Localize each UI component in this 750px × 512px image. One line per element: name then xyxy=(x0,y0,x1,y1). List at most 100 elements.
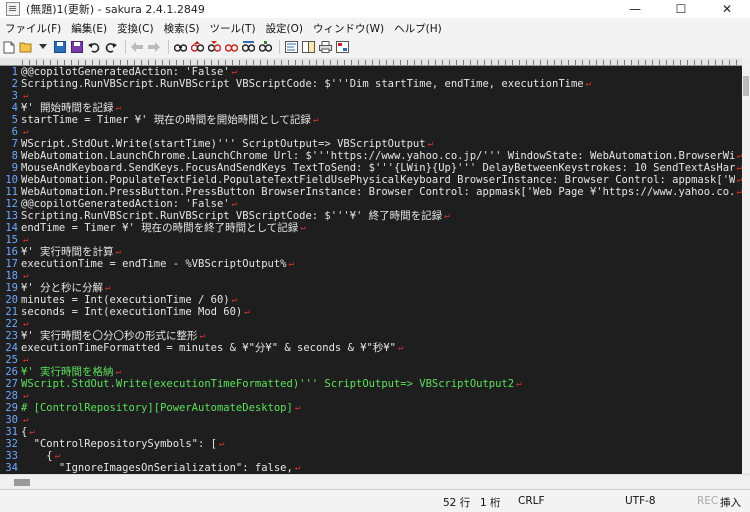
editor-area[interactable]: 1 @@copilotGeneratedAction: 'False' ↵ 2 Scri… xyxy=(0,58,742,474)
line-number: 13 xyxy=(5,210,18,222)
line-number: 19 xyxy=(5,282,18,294)
newline-mark-icon: ↵ xyxy=(23,235,29,245)
code-line[interactable]: 15 ↵ xyxy=(0,234,742,246)
code-line[interactable]: 13 Scripting.RunVBScript.RunVBScript VBSc… xyxy=(0,210,742,222)
save-all-icon[interactable] xyxy=(70,40,84,54)
code-line[interactable]: 20 minutes = Int(executionTime / 60) ↵ xyxy=(0,294,742,306)
menu-settings[interactable]: 設定(O) xyxy=(261,21,308,36)
dropdown-icon[interactable] xyxy=(36,40,50,54)
line-number: 25 xyxy=(5,354,18,366)
code-line[interactable]: 22 ↵ xyxy=(0,318,742,330)
undo-icon[interactable] xyxy=(87,40,101,54)
menu-help[interactable]: ヘルプ(H) xyxy=(389,21,447,36)
code-line[interactable]: 2 Scripting.RunVBScript.RunVBScript VBScr… xyxy=(0,78,742,90)
code-line[interactable]: 4 ¥' 開始時間を記録 ↵ xyxy=(0,102,742,114)
redo-icon[interactable] xyxy=(104,40,118,54)
code-line[interactable]: 14 endTime = Timer ¥' 現在の時間を終了時間として記録 ↵ xyxy=(0,222,742,234)
minimize-button[interactable]: — xyxy=(612,0,658,18)
code-line[interactable]: 16 ¥' 実行時間を計算 ↵ xyxy=(0,246,742,258)
menu-edit[interactable]: 編集(E) xyxy=(66,21,112,36)
maximize-button[interactable]: ☐ xyxy=(658,0,704,18)
code-line[interactable]: 7 WScript.StdOut.Write(startTime)''' Scri… xyxy=(0,138,742,150)
newline-mark-icon: ↵ xyxy=(218,439,225,449)
newline-mark-icon: ↵ xyxy=(23,91,29,101)
line-number: 3 xyxy=(11,90,18,102)
code-line[interactable]: 23 ¥' 実行時間を〇分〇秒の形式に整形 ↵ xyxy=(0,330,742,342)
menu-tools[interactable]: ツール(T) xyxy=(204,21,260,36)
code-line[interactable]: 11 WebAutomation.PressButton.PressButton … xyxy=(0,186,742,198)
code-line[interactable]: 6 ↵ xyxy=(0,126,742,138)
column-ruler xyxy=(0,58,742,66)
code-line[interactable]: 8 WebAutomation.LaunchChrome.LaunchChrome… xyxy=(0,150,742,162)
toolbar xyxy=(0,38,750,56)
jump-forward-icon[interactable] xyxy=(147,40,161,54)
search-icon[interactable] xyxy=(173,40,187,54)
code-line[interactable]: 12 @@copilotGeneratedAction: 'False' ↵ xyxy=(0,198,742,210)
open-file-icon[interactable] xyxy=(19,40,33,54)
code-line[interactable]: 21 seconds = Int(executionTime Mod 60) ↵ xyxy=(0,306,742,318)
tag-jump-icon[interactable] xyxy=(258,40,272,54)
search-bar-icon[interactable] xyxy=(224,40,238,54)
save-icon[interactable] xyxy=(53,40,67,54)
line-text: WScript.StdOut.Write(startTime)''' Scrip… xyxy=(21,138,426,150)
line-text: { xyxy=(21,426,28,438)
code-line[interactable]: 19 ¥' 分と秒に分解 ↵ xyxy=(0,282,742,294)
code-line[interactable]: 29 # [ControlRepository][PowerAutomateDes… xyxy=(0,402,742,414)
code-line[interactable]: 5 startTime = Timer ¥' 現在の時間を開始時間として記録 ↵ xyxy=(0,114,742,126)
code-line[interactable]: 27 WScript.StdOut.Write(executionTimeForm… xyxy=(0,378,742,390)
settings-icon[interactable] xyxy=(335,40,349,54)
line-number: 30 xyxy=(5,414,18,426)
status-encoding[interactable]: UTF-8 xyxy=(625,495,656,507)
menu-search[interactable]: 検索(S) xyxy=(159,21,205,36)
code-line[interactable]: 31{↵ xyxy=(0,426,742,438)
code-line[interactable]: 17 executionTime = endTime - %VBScriptOut… xyxy=(0,258,742,270)
vertical-scrollbar[interactable] xyxy=(742,58,750,474)
line-number: 7 xyxy=(11,138,18,150)
grep-icon[interactable] xyxy=(241,40,255,54)
line-text: Scripting.RunVBScript.RunVBScript VBScri… xyxy=(21,78,584,90)
code-line[interactable]: 9 MouseAndKeyboard.SendKeys.FocusAndSendK… xyxy=(0,162,742,174)
code-line[interactable]: 10 WebAutomation.PopulateTextField.Popula… xyxy=(0,174,742,186)
line-number: 17 xyxy=(5,258,18,270)
line-number: 9 xyxy=(11,162,18,174)
status-column: 1 桁 xyxy=(480,497,501,509)
menu-convert[interactable]: 変換(C) xyxy=(112,21,159,36)
line-text: # [ControlRepository][PowerAutomateDeskt… xyxy=(21,402,293,414)
code-line[interactable]: 28 ↵ xyxy=(0,390,742,402)
text-lines[interactable]: 1 @@copilotGeneratedAction: 'False' ↵ 2 Scri… xyxy=(0,66,742,474)
line-number: 11 xyxy=(5,186,18,198)
menu-file[interactable]: ファイル(F) xyxy=(0,21,66,36)
menu-window[interactable]: ウィンドウ(W) xyxy=(308,21,389,36)
new-file-icon[interactable] xyxy=(2,40,16,54)
code-line[interactable]: 18 ↵ xyxy=(0,270,742,282)
code-line[interactable]: 34 "IgnoreImagesOnSerialization": false,… xyxy=(0,462,742,474)
vertical-scroll-thumb[interactable] xyxy=(743,76,749,96)
horizontal-scrollbar[interactable] xyxy=(0,474,750,489)
code-line[interactable]: 3 ↵ xyxy=(0,90,742,102)
horizontal-scroll-thumb[interactable] xyxy=(14,479,30,486)
search-next-icon[interactable] xyxy=(207,40,221,54)
code-line[interactable]: 32 "ControlRepositorySymbols": [↵ xyxy=(0,438,742,450)
toolbar-separator xyxy=(125,40,126,54)
code-line[interactable]: 25 ↵ xyxy=(0,354,742,366)
compare-icon[interactable] xyxy=(301,40,315,54)
line-number: 27 xyxy=(5,378,18,390)
print-icon[interactable] xyxy=(318,40,332,54)
newline-mark-icon: ↵ xyxy=(244,307,250,317)
outline-icon[interactable] xyxy=(284,40,298,54)
line-text: { xyxy=(21,450,53,462)
code-line[interactable]: 30 ↵ xyxy=(0,414,742,426)
line-text: ¥' 開始時間を記録 xyxy=(21,102,114,114)
code-line[interactable]: 33 {↵ xyxy=(0,450,742,462)
newline-mark-icon: ↵ xyxy=(104,283,111,293)
line-text: WebAutomation.PopulateTextField.Populate… xyxy=(21,174,735,186)
code-line[interactable]: 24 executionTimeFormatted = minutes & ¥"分… xyxy=(0,342,742,354)
search-prev-icon[interactable] xyxy=(190,40,204,54)
status-insert-mode[interactable]: 挿入 xyxy=(720,495,741,510)
code-line[interactable]: 1 @@copilotGeneratedAction: 'False' ↵ xyxy=(0,66,742,78)
toolbar-separator xyxy=(168,40,169,54)
code-line[interactable]: 26 ¥' 実行時間を格納 ↵ xyxy=(0,366,742,378)
jump-back-icon[interactable] xyxy=(130,40,144,54)
status-eol[interactable]: CRLF xyxy=(518,495,545,507)
close-button[interactable]: ✕ xyxy=(704,0,750,18)
